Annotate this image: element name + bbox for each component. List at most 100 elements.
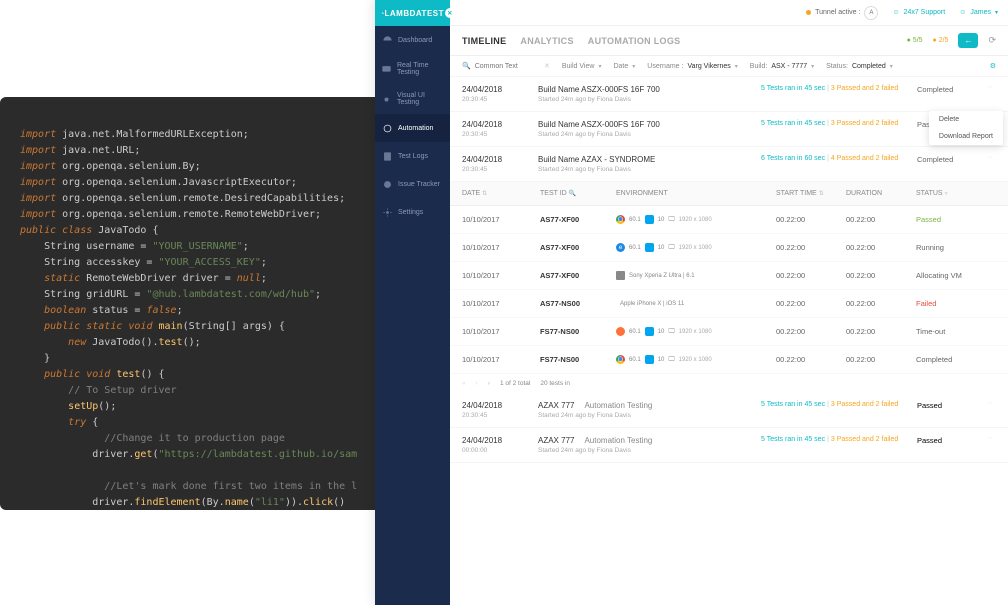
test-row[interactable]: 10/10/2017 FS77-NS00 60.1 10 🖵1920 x 108… bbox=[450, 346, 1008, 374]
username-filter[interactable]: Username : Varg Vikernes ▾ bbox=[647, 63, 738, 70]
refresh-icon[interactable]: ⟳ bbox=[988, 35, 996, 46]
chrome-icon bbox=[616, 215, 625, 224]
monitor-icon: 🖵 bbox=[668, 328, 674, 336]
test-duration: 00.22:00 bbox=[846, 299, 916, 308]
build-stats: 5 Tests ran in 45 sec|3 Passed and 2 fai… bbox=[761, 401, 901, 419]
tab-automation-logs[interactable]: AUTOMATION LOGS bbox=[588, 36, 681, 46]
test-row[interactable]: 10/10/2017 AS77-XF00 Sony Xperia Z Ultra… bbox=[450, 262, 1008, 290]
test-duration: 00.22:00 bbox=[846, 243, 916, 252]
test-duration: 00.22:00 bbox=[846, 215, 916, 224]
build-menu-icon[interactable]: ⋮ bbox=[988, 85, 996, 103]
clear-icon[interactable]: ✕ bbox=[544, 62, 550, 70]
code-editor: import java.net.MalformedURLException; i… bbox=[0, 97, 390, 510]
test-start: 00.22:00 bbox=[776, 299, 846, 308]
support-link[interactable]: ☺ 24x7 Support bbox=[892, 9, 945, 16]
builds-list: 24/04/201820:30:45 Build Name ASZX-000FS… bbox=[450, 77, 1008, 182]
build-stats: 5 Tests ran in 45 sec|3 Passed and 2 fai… bbox=[761, 436, 901, 454]
sidebar-item-label: Settings bbox=[398, 209, 423, 216]
sidebar-item-settings[interactable]: Settings bbox=[375, 198, 450, 226]
test-start: 00.22:00 bbox=[776, 327, 846, 336]
buildview-filter[interactable]: Build View ▾ bbox=[562, 63, 602, 70]
test-start: 00.22:00 bbox=[776, 271, 846, 280]
dropdown-item[interactable]: Delete bbox=[929, 111, 1003, 128]
test-duration: 00.22:00 bbox=[846, 327, 916, 336]
build-row[interactable]: 24/04/201800:00:00 AZAX 777Automation Te… bbox=[450, 428, 1008, 463]
sidebar-item-realtime[interactable]: Real Time Testing bbox=[375, 54, 450, 84]
test-env: e60.1 10 🖵1920 x 1080 bbox=[616, 243, 776, 252]
sidebar-item-dashboard[interactable]: Dashboard bbox=[375, 26, 450, 54]
action-button[interactable]: ← bbox=[958, 33, 978, 48]
page-prev[interactable]: ‹ bbox=[476, 380, 478, 387]
user-menu[interactable]: ☺ James ▾ bbox=[959, 9, 998, 16]
col-dur-header: DURATION bbox=[846, 190, 916, 197]
col-status-header[interactable]: STATUS▿ bbox=[916, 190, 986, 197]
test-row[interactable]: 10/10/2017 AS77-XF00 60.1 10 🖵1920 x 108… bbox=[450, 206, 1008, 234]
pagination: « ‹ › 1 of 2 total 20 tests in bbox=[450, 374, 1008, 393]
code-content: import java.net.MalformedURLException; i… bbox=[20, 127, 370, 510]
filter-label: Build: bbox=[750, 63, 768, 70]
build-menu-icon[interactable]: ⋮ bbox=[988, 436, 996, 454]
col-testid-header[interactable]: TEST ID🔍 bbox=[540, 190, 616, 197]
filter-value: ASX - 7777 bbox=[771, 63, 807, 70]
windows-icon bbox=[645, 215, 654, 224]
chevron-down-icon: ▾ bbox=[632, 63, 635, 70]
tests-list: 10/10/2017 AS77-XF00 60.1 10 🖵1920 x 108… bbox=[450, 206, 1008, 374]
sidebar: LAMBDATEST ✕ Dashboard Real Time Testing… bbox=[375, 0, 450, 605]
test-env: 60.1 10 🖵1920 x 1080 bbox=[616, 215, 776, 224]
windows-icon bbox=[645, 243, 654, 252]
test-status: Passed bbox=[916, 215, 986, 224]
build-menu-icon[interactable]: ⋮ bbox=[988, 401, 996, 419]
monitor-icon: 🖵 bbox=[668, 356, 674, 364]
build-status: Completed bbox=[917, 85, 972, 103]
test-env: Sony Xperia Z Ultra | 6.1 bbox=[616, 271, 776, 280]
col-start-header[interactable]: START TIME⇅ bbox=[776, 190, 846, 197]
filter-value: Completed bbox=[852, 63, 886, 70]
filter-settings-icon[interactable]: ⚙ bbox=[990, 62, 996, 70]
test-id: AS77-XF00 bbox=[540, 243, 616, 252]
build-info: Build Name AZAX - SYNDROMEStarted 24m ag… bbox=[538, 155, 745, 173]
status-filter[interactable]: Status: Completed ▾ bbox=[826, 63, 893, 70]
build-row[interactable]: 24/04/201820:30:45 Build Name ASZX-000FS… bbox=[450, 77, 1008, 112]
filter-label: Date bbox=[613, 63, 628, 70]
search-input[interactable] bbox=[475, 63, 525, 70]
brand-logo[interactable]: LAMBDATEST ✕ bbox=[375, 0, 450, 26]
build-row[interactable]: 24/04/201820:30:45 Build Name ASZX-000FS… bbox=[450, 112, 1008, 147]
page-next[interactable]: › bbox=[488, 380, 490, 387]
build-date: 24/04/201820:30:45 bbox=[462, 120, 522, 138]
ie-icon: e bbox=[616, 243, 625, 252]
windows-icon bbox=[645, 327, 654, 336]
sidebar-item-testlogs[interactable]: Test Logs bbox=[375, 142, 450, 170]
tests-table-header: DATE⇅ TEST ID🔍 ENVIRONMENT START TIME⇅ D… bbox=[450, 182, 1008, 206]
test-date: 10/10/2017 bbox=[462, 215, 540, 224]
build-row[interactable]: 24/04/201820:30:45 AZAX 777Automation Te… bbox=[450, 393, 1008, 428]
tabs-right: ● 5/5 ● 2/5 ← ⟳ bbox=[907, 33, 996, 48]
build-filter[interactable]: Build: ASX - 7777 ▾ bbox=[750, 63, 814, 70]
test-row[interactable]: 10/10/2017 AS77-NS00 Apple iPhone X | iO… bbox=[450, 290, 1008, 318]
build-info: Build Name ASZX-000FS 16F 700Started 24m… bbox=[538, 120, 745, 138]
test-status: Allocating VM bbox=[916, 271, 986, 280]
test-date: 10/10/2017 bbox=[462, 243, 540, 252]
tab-analytics[interactable]: ANALYTICS bbox=[520, 36, 573, 46]
page-first[interactable]: « bbox=[462, 380, 466, 387]
user-icon: ☺ bbox=[959, 9, 966, 16]
test-row[interactable]: 10/10/2017 FS77-NS00 60.1 10 🖵1920 x 108… bbox=[450, 318, 1008, 346]
build-info: AZAX 777Automation TestingStarted 24m ag… bbox=[538, 436, 745, 454]
build-menu-icon[interactable]: ⋮ bbox=[988, 155, 996, 173]
visual-icon bbox=[381, 93, 392, 105]
test-id: AS77-NS00 bbox=[540, 299, 616, 308]
build-row[interactable]: 24/04/201820:30:45 Build Name AZAX - SYN… bbox=[450, 147, 1008, 182]
test-row[interactable]: 10/10/2017 AS77-XF00 e60.1 10 🖵1920 x 10… bbox=[450, 234, 1008, 262]
dropdown-item[interactable]: Download Report bbox=[929, 128, 1003, 145]
build-status: Passed bbox=[917, 436, 972, 454]
sidebar-item-visual[interactable]: Visual UI Testing bbox=[375, 84, 450, 114]
filter-label: Build View bbox=[562, 63, 595, 70]
build-date: 24/04/201820:30:45 bbox=[462, 155, 522, 173]
sidebar-item-issues[interactable]: Issue Tracker bbox=[375, 170, 450, 198]
build-info: Build Name ASZX-000FS 16F 700Started 24m… bbox=[538, 85, 745, 103]
sidebar-item-automation[interactable]: Automation bbox=[375, 114, 450, 142]
search-box[interactable]: 🔍 bbox=[462, 62, 532, 70]
col-date-header[interactable]: DATE⇅ bbox=[462, 190, 540, 197]
date-filter[interactable]: Date ▾ bbox=[613, 63, 635, 70]
tab-timeline[interactable]: TIMELINE bbox=[462, 36, 506, 46]
build-date: 24/04/201820:30:45 bbox=[462, 85, 522, 103]
